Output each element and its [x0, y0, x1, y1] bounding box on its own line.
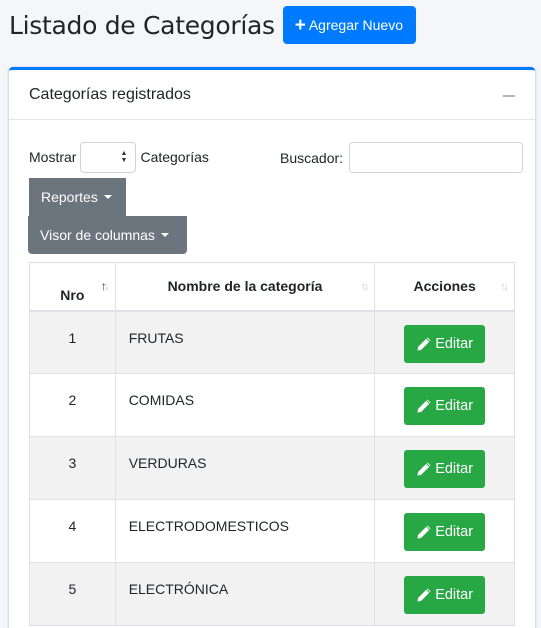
pencil-icon [417, 588, 431, 602]
caret-down-icon [103, 195, 112, 199]
pencil-icon [417, 337, 431, 350]
reports-button[interactable]: Reportes [29, 178, 126, 216]
categories-card: Categorías registrados Mostrar ▲ ▼ Catego… [9, 67, 535, 628]
row-actions: Editar [374, 436, 515, 500]
column-header-nro[interactable]: Nro ↑↓ [29, 262, 116, 312]
edit-button[interactable]: Editar [404, 387, 486, 425]
search-input[interactable] [349, 142, 524, 173]
row-nro: 2 [29, 373, 116, 437]
edit-button[interactable]: Editar [404, 450, 486, 488]
card-title: Categorías registrados [29, 85, 191, 103]
sort-arrows-icon: ↑↓ [360, 279, 369, 293]
row-nro: 4 [29, 499, 116, 563]
reports-label: Reportes [41, 189, 98, 205]
row-name: VERDURAS [114, 436, 376, 500]
page-title: Listado de Categorías [9, 10, 275, 40]
row-name: ELECTRODOMESTICOS [114, 499, 376, 563]
page-length-select[interactable]: ▲ ▼ [80, 141, 137, 173]
categories-table: Nro ↑↓ Nombre de la categoría ↑↓ Accione… [29, 262, 515, 626]
plus-icon: + [294, 14, 306, 36]
select-arrows-icon: ▲ ▼ [120, 149, 128, 164]
sort-arrows-icon: ↑↓ [100, 279, 110, 293]
column-visibility-label: Visor de columnas [40, 227, 155, 243]
table-row: 5 ELECTRÓNICA Editar [29, 562, 515, 626]
search-label: Buscador: [280, 149, 344, 166]
column-header-actions[interactable]: Acciones ↑↓ [374, 262, 515, 312]
row-actions: Editar [374, 373, 515, 437]
row-nro: 3 [29, 436, 116, 500]
pencil-icon [417, 399, 431, 413]
pencil-icon [417, 462, 431, 476]
sort-arrows-icon: ↑↓ [500, 279, 509, 293]
row-name: COMIDAS [114, 373, 376, 437]
caret-down-icon [160, 233, 169, 237]
edit-button[interactable]: Editar [404, 513, 486, 551]
edit-button[interactable]: Editar [404, 576, 486, 614]
table-row: 4 ELECTRODOMESTICOS Editar [29, 499, 515, 563]
add-new-label: Agregar Nuevo [308, 17, 404, 33]
table-row: 2 COMIDAS Editar [29, 373, 515, 437]
row-name: ELECTRÓNICA [114, 562, 376, 626]
row-nro: 5 [29, 562, 116, 626]
row-name: FRUTAS [114, 310, 376, 374]
table-controls: Mostrar ▲ ▼ Categorías Buscador: [29, 141, 529, 173]
row-nro: 1 [29, 310, 116, 374]
column-header-name[interactable]: Nombre de la categoría ↑↓ [114, 262, 376, 312]
row-actions: Editar [374, 562, 515, 626]
search-control: Buscador: [280, 142, 524, 173]
show-label: Mostrar [29, 149, 77, 165]
column-visibility-button[interactable]: Visor de columnas [28, 216, 187, 254]
show-suffix-label: Categorías [140, 149, 209, 165]
pencil-icon [417, 525, 431, 539]
card-header: Categorías registrados [9, 70, 535, 120]
minus-icon[interactable] [503, 88, 517, 102]
row-actions: Editar [374, 310, 515, 374]
table-row: 3 VERDURAS Editar [29, 436, 515, 500]
row-actions: Editar [374, 499, 515, 563]
edit-button[interactable]: Editar [404, 324, 486, 363]
add-new-button[interactable]: + Agregar Nuevo [282, 6, 417, 44]
page-header: Listado de Categorías + Agregar Nuevo [9, 6, 417, 44]
table-header-row: Nro ↑↓ Nombre de la categoría ↑↓ Accione… [29, 262, 515, 312]
table-row: 1 FRUTAS Editar [29, 310, 515, 374]
